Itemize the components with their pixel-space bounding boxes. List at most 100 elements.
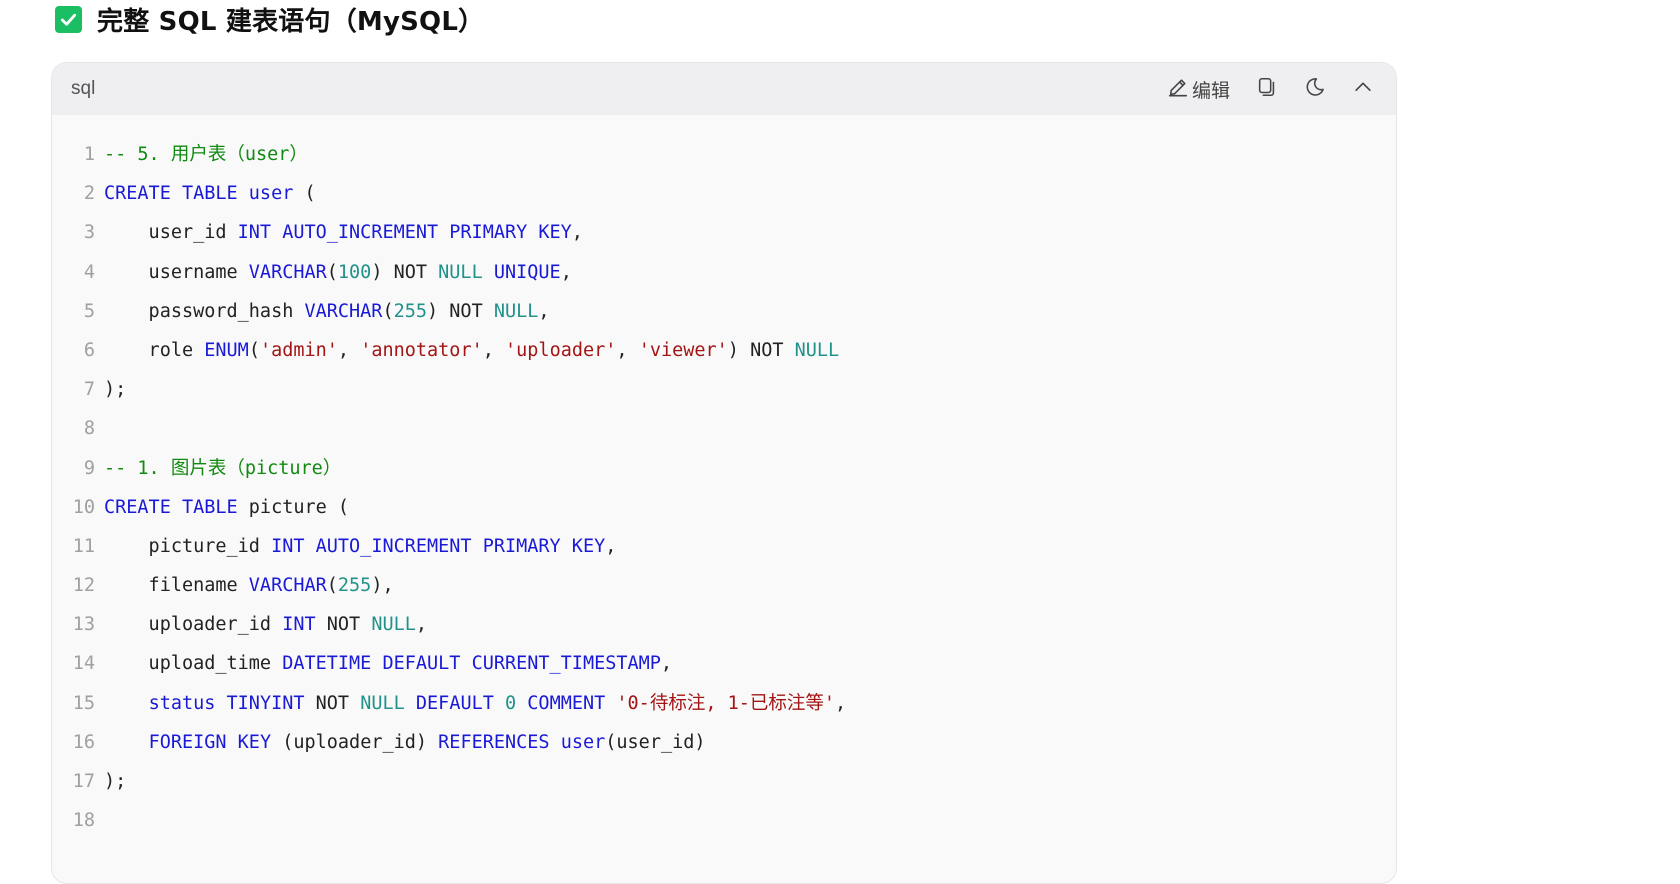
copy-button[interactable] <box>1256 76 1278 102</box>
section-heading: 完整 SQL 建表语句（MySQL） <box>55 0 484 38</box>
code-token: picture_id <box>104 535 272 557</box>
code-token: VARCHAR <box>248 575 327 597</box>
code-token: NULL <box>438 261 483 283</box>
line-number: 18 <box>72 810 95 832</box>
line-number: 17 <box>72 771 95 792</box>
line-number: 14 <box>72 653 95 675</box>
code-line-content: CREATE TABLE user ( <box>104 174 316 213</box>
code-line: 16 FOREIGN KEY (uploader_id) REFERENCES … <box>52 723 1396 762</box>
code-line: 14 upload_time DATETIME DEFAULT CURRENT_… <box>52 644 1396 683</box>
pencil-icon <box>1167 76 1189 102</box>
theme-toggle-button[interactable] <box>1304 76 1326 102</box>
code-token: ( <box>326 261 338 283</box>
code-token: 255 <box>393 300 428 322</box>
code-token: (uploader_id) <box>271 731 439 753</box>
code-token: DEFAULT <box>415 692 494 714</box>
moon-icon <box>1304 76 1326 102</box>
collapse-button[interactable] <box>1352 76 1374 102</box>
edit-button-label: 编辑 <box>1191 79 1230 102</box>
line-number: 10 <box>72 496 95 518</box>
code-block: sql 编辑 1 -- 5. 用户表（user） 2 CREATE TABLE … <box>51 62 1397 884</box>
code-token: (user_id) <box>605 731 706 753</box>
code-line-content: role ENUM('admin', 'annotator', 'uploade… <box>104 331 840 370</box>
code-token: INT <box>282 614 316 636</box>
code-line-content: ); <box>104 762 126 801</box>
code-line: 10 CREATE TABLE picture ( <box>52 488 1396 527</box>
code-token: ); <box>104 379 127 401</box>
code-token: ) NOT <box>727 339 795 361</box>
code-token: , <box>571 222 583 244</box>
code-token: -- 5. 用户表（user） <box>104 144 308 165</box>
code-token: INT AUTO_INCREMENT PRIMARY KEY <box>271 535 606 557</box>
code-token: UNIQUE <box>493 261 561 283</box>
code-token: VARCHAR <box>304 300 383 322</box>
line-number: 13 <box>72 614 95 636</box>
code-line: 6 role ENUM('admin', 'annotator', 'uploa… <box>52 331 1396 370</box>
chevron-up-icon <box>1352 76 1374 102</box>
code-line: 7); <box>52 370 1396 409</box>
code-token: , <box>415 614 428 636</box>
code-line: 18 <box>52 801 1396 840</box>
line-number: 5 <box>83 300 95 322</box>
code-token: ( <box>326 575 338 597</box>
code-token: 100 <box>337 261 372 283</box>
code-line: 5 password_hash VARCHAR(255) NOT NULL, <box>52 292 1396 331</box>
code-token: ) NOT <box>371 261 439 283</box>
code-line-content: filename VARCHAR(255), <box>104 566 394 605</box>
code-token: ( <box>382 300 394 322</box>
code-token: NULL <box>794 339 840 361</box>
line-number: 12 <box>72 575 95 597</box>
code-line: 8 <box>52 409 1396 448</box>
code-token: 'annotator' <box>360 339 483 361</box>
line-number: 2 <box>83 183 95 205</box>
code-token: COMMENT <box>527 692 606 714</box>
code-token: , <box>482 339 506 361</box>
code-line: 17); <box>52 762 1396 801</box>
code-token: 'viewer' <box>638 339 728 361</box>
code-token: upload_time <box>104 653 283 675</box>
code-line-content: ); <box>104 370 126 409</box>
code-token: 'uploader' <box>505 339 617 361</box>
code-line: 12 filename VARCHAR(255), <box>52 566 1396 605</box>
code-token: REFERENCES <box>438 731 550 753</box>
code-token: NOT <box>315 614 372 636</box>
code-line-content: FOREIGN KEY (uploader_id) REFERENCES use… <box>104 723 706 762</box>
code-token: , <box>835 692 847 714</box>
edit-button[interactable]: 编辑 <box>1167 76 1230 103</box>
code-token: NOT <box>304 692 361 714</box>
code-line-content: status TINYINT NOT NULL DEFAULT 0 COMMEN… <box>104 684 847 723</box>
code-token: 'admin' <box>259 339 338 361</box>
code-line-content: password_hash VARCHAR(255) NOT NULL, <box>104 292 550 331</box>
line-number: 15 <box>72 692 95 714</box>
code-token: NULL <box>360 692 405 714</box>
line-number: 1 <box>83 144 95 165</box>
line-number: 11 <box>72 535 95 557</box>
code-line: 2 CREATE TABLE user ( <box>52 174 1396 213</box>
code-line-content: uploader_id INT NOT NULL, <box>104 605 428 644</box>
code-block-header: sql 编辑 <box>52 63 1396 115</box>
code-token: ); <box>104 771 127 792</box>
code-token: status TINYINT <box>148 692 305 714</box>
code-line-content: -- 5. 用户表（user） <box>104 135 308 174</box>
code-token: DATETIME DEFAULT CURRENT_TIMESTAMP <box>282 653 661 675</box>
code-token: ), <box>371 575 394 597</box>
code-line: 13 uploader_id INT NOT NULL, <box>52 605 1396 644</box>
code-line-content: -- 1. 图片表（picture） <box>104 449 341 488</box>
code-token: , <box>605 535 617 557</box>
code-token: 255 <box>337 575 372 597</box>
code-token: , <box>560 261 572 283</box>
line-number: 7 <box>83 379 95 401</box>
code-token: , <box>660 653 673 675</box>
code-token: ENUM <box>204 339 249 361</box>
code-line-content: upload_time DATETIME DEFAULT CURRENT_TIM… <box>104 644 673 683</box>
code-line-content: username VARCHAR(100) NOT NULL UNIQUE, <box>104 253 572 292</box>
line-number: 8 <box>83 418 95 440</box>
code-line: 4 username VARCHAR(100) NOT NULL UNIQUE, <box>52 253 1396 292</box>
code-token: 0 <box>505 692 517 714</box>
